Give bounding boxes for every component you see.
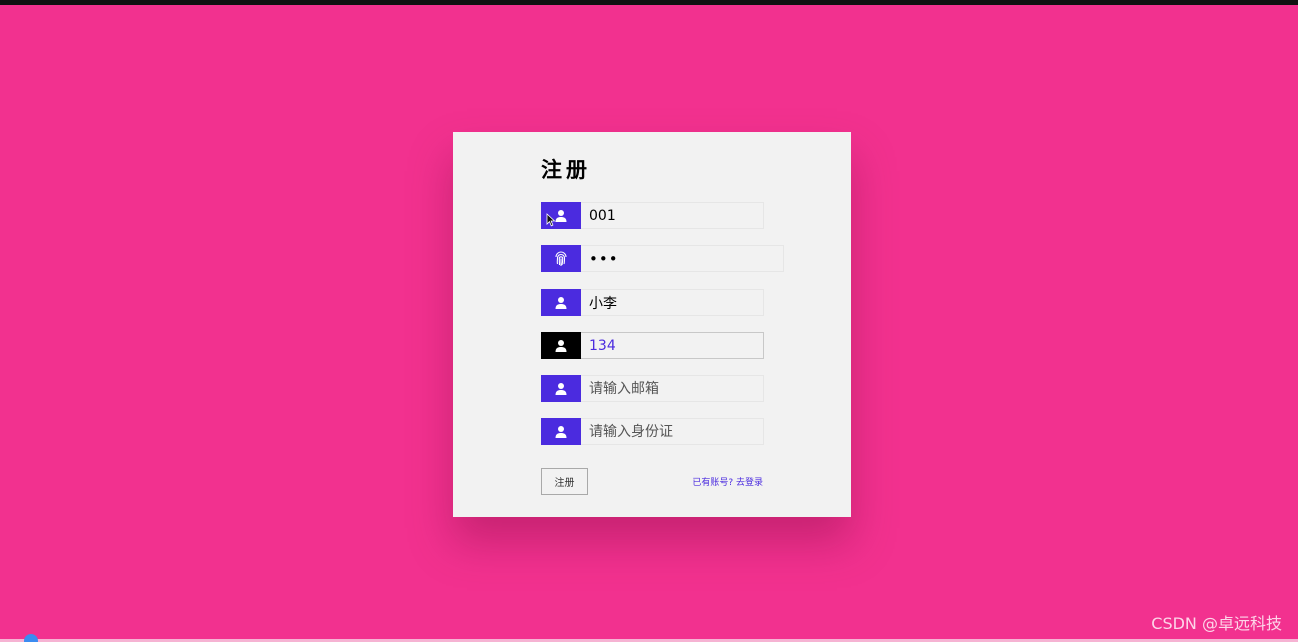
email-input[interactable] (581, 375, 764, 402)
phone-field (541, 332, 764, 359)
page: 注册 001 ••• 小李 134 请输入邮箱 请输入身份证 注册 已有账号? … (0, 0, 1298, 642)
username-field (541, 202, 764, 229)
form-title: 注册 (541, 158, 591, 182)
password-field (541, 245, 784, 272)
id-card-field (541, 418, 764, 445)
user-icon (541, 375, 581, 402)
window-top-bar (0, 0, 1298, 5)
register-card: 注册 001 ••• 小李 134 请输入邮箱 请输入身份证 注册 已有账号? … (453, 132, 851, 517)
login-link[interactable]: 已有账号? 去登录 (683, 475, 763, 488)
user-icon (541, 418, 581, 445)
username-input[interactable] (581, 202, 764, 229)
user-icon (541, 289, 581, 316)
email-field (541, 375, 764, 402)
nickname-field (541, 289, 764, 316)
password-input[interactable] (581, 245, 784, 272)
phone-input[interactable] (581, 332, 764, 359)
fingerprint-icon (541, 245, 581, 272)
nickname-input[interactable] (581, 289, 764, 316)
progress-handle[interactable] (24, 634, 38, 642)
mouse-cursor-icon (546, 213, 556, 227)
id-card-input[interactable] (581, 418, 764, 445)
user-icon (541, 332, 581, 359)
watermark: CSDN @卓远科技 (1151, 614, 1282, 633)
register-button[interactable]: 注册 (541, 468, 588, 495)
